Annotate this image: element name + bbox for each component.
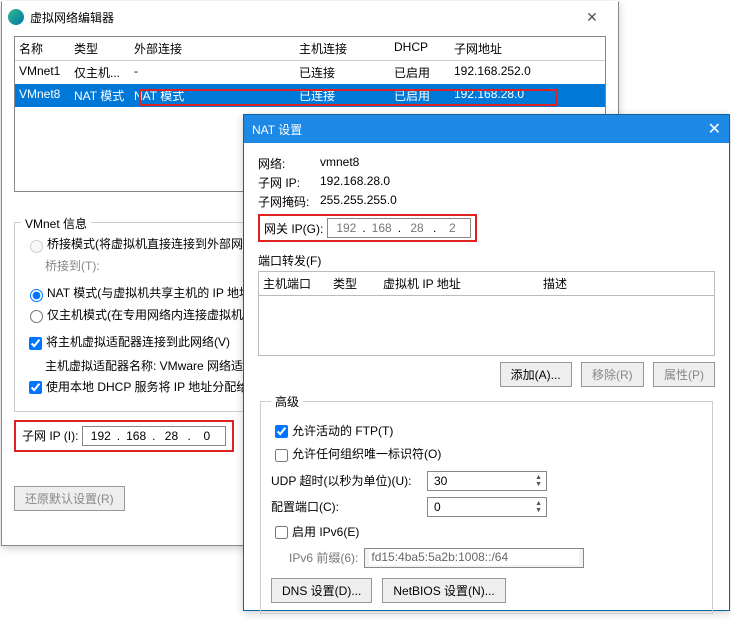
ip-octet[interactable] [157,428,185,444]
globe-icon [8,9,24,25]
port-forward-label: 端口转发(F) [258,252,715,269]
nat-title: NAT 设置 [252,121,708,138]
subnet-ip-value: 192.168.28.0 [320,174,390,191]
subnet-mask-label: 子网掩码: [258,193,320,210]
udp-timeout-label: UDP 超时(以秒为单位)(U): [271,472,421,489]
ip-octet[interactable] [87,428,115,444]
subnet-ip-label: 子网 IP: [258,174,320,191]
ip-octet[interactable] [403,220,431,236]
properties-button[interactable]: 属性(P) [653,362,715,387]
nat-titlebar: NAT 设置 ✕ [244,115,729,143]
col-name[interactable]: 名称 [19,40,74,57]
col-dhcp[interactable]: DHCP [394,40,454,57]
col-ext[interactable]: 外部连接 [134,40,299,57]
ip-octet[interactable] [368,220,396,236]
spin-down-icon[interactable]: ▼ [535,481,542,488]
ip-octet[interactable] [332,220,360,236]
port-forward-list[interactable] [258,296,715,356]
ip-octet[interactable] [193,428,221,444]
gateway-highlight: 网关 IP(G): . . . [258,214,477,242]
udp-timeout-input[interactable]: ▲▼ [427,471,547,491]
group-legend: VMnet 信息 [21,215,91,232]
spin-down-icon[interactable]: ▼ [535,507,542,514]
subnet-mask-value: 255.255.255.0 [320,193,397,210]
check-ftp[interactable]: 允许活动的 FTP(T) [271,422,702,441]
netbios-settings-button[interactable]: NetBIOS 设置(N)... [382,578,505,603]
spin-up-icon[interactable]: ▲ [535,500,542,507]
port-forward-header: 主机端口 类型 虚拟机 IP 地址 描述 [258,271,715,296]
spin-up-icon[interactable]: ▲ [535,474,542,481]
subnet-label: 子网 IP (I): [22,429,78,443]
subnet-highlight: 子网 IP (I): . . . [14,420,234,452]
col-desc[interactable]: 描述 [543,275,643,292]
ipv6-prefix-input [364,548,584,568]
col-type[interactable]: 类型 [333,275,383,292]
ip-octet[interactable] [122,428,150,444]
advanced-legend: 高级 [271,393,303,410]
check-org-id[interactable]: 允许任何组织唯一标识符(O) [271,445,702,464]
table-row[interactable]: VMnet1 仅主机... - 已连接 已启用 192.168.252.0 [15,61,605,84]
advanced-group: 高级 允许活动的 FTP(T) 允许任何组织唯一标识符(O) UDP 超时(以秒… [260,393,713,614]
close-icon[interactable]: ✕ [708,119,721,139]
col-vm-ip[interactable]: 虚拟机 IP 地址 [383,275,543,292]
ip-octet[interactable] [438,220,466,236]
config-port-label: 配置端口(C): [271,498,421,515]
check-ipv6[interactable]: 启用 IPv6(E) [271,523,702,542]
grid-header: 名称 类型 外部连接 主机连接 DHCP 子网地址 [15,37,605,61]
network-label: 网络: [258,155,320,172]
config-port-input[interactable]: ▲▼ [427,497,547,517]
col-host[interactable]: 主机连接 [299,40,394,57]
col-host-port[interactable]: 主机端口 [263,275,333,292]
network-value: vmnet8 [320,155,359,172]
dns-settings-button[interactable]: DNS 设置(D)... [271,578,372,603]
close-icon[interactable]: ✕ [572,9,612,26]
window-title: 虚拟网络编辑器 [30,9,572,26]
highlight-box [139,89,557,106]
add-button[interactable]: 添加(A)... [500,362,572,387]
ipv6-prefix-label: IPv6 前缀(6): [289,549,358,566]
nat-settings-window: NAT 设置 ✕ 网络:vmnet8 子网 IP:192.168.28.0 子网… [243,114,730,611]
gateway-label: 网关 IP(G): [264,220,323,237]
remove-button[interactable]: 移除(R) [581,362,644,387]
col-subnet[interactable]: 子网地址 [454,40,574,57]
restore-defaults-button[interactable]: 还原默认设置(R) [14,486,125,511]
subnet-ip-input[interactable]: . . . [82,426,226,446]
col-type[interactable]: 类型 [74,40,134,57]
gateway-ip-input[interactable]: . . . [327,218,471,238]
titlebar: 虚拟网络编辑器 ✕ [2,2,618,32]
